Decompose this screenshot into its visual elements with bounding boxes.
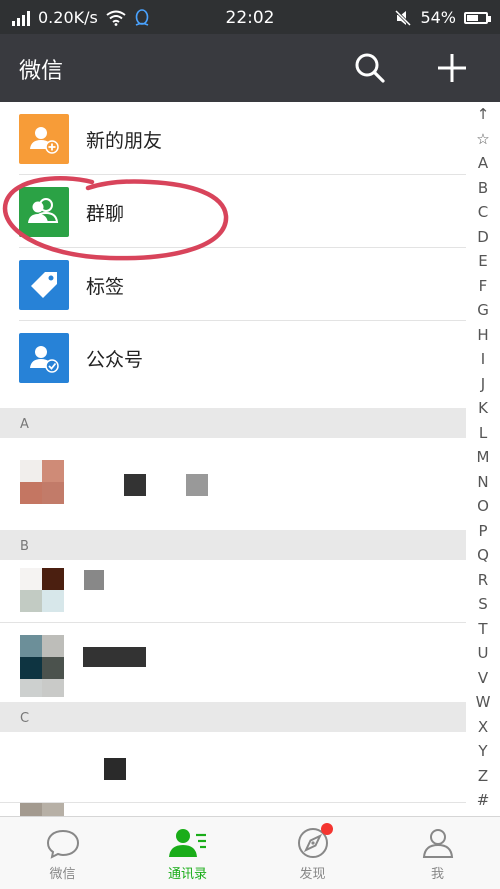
index-letter[interactable]: F	[479, 276, 488, 296]
new-friend-icon	[19, 114, 69, 164]
group-chat-icon	[19, 187, 69, 237]
contact-row[interactable]	[0, 732, 466, 802]
chat-bubble-icon	[46, 829, 79, 859]
app-header: 微信	[0, 34, 500, 102]
contacts-icon	[168, 829, 206, 857]
index-letter[interactable]: ↑	[477, 104, 490, 124]
index-letter[interactable]: A	[478, 153, 488, 173]
section-header-b: B	[0, 530, 466, 560]
discover-badge	[321, 823, 333, 835]
new-friends-item[interactable]: 新的朋友	[0, 102, 466, 175]
official-accounts-item[interactable]: 公众号	[0, 321, 466, 394]
blurred-name	[104, 758, 126, 780]
index-letter[interactable]: W	[476, 692, 491, 712]
tags-item[interactable]: 标签	[0, 248, 466, 321]
index-letter[interactable]: G	[477, 300, 489, 320]
blurred-name	[84, 570, 104, 590]
tab-me-label: 我	[430, 867, 444, 882]
index-letter[interactable]: U	[478, 643, 489, 663]
tab-me[interactable]: 我	[375, 817, 500, 889]
index-letter[interactable]: O	[477, 496, 489, 516]
battery-icon	[464, 11, 491, 24]
avatar	[20, 460, 64, 504]
index-letter[interactable]: S	[478, 594, 488, 614]
avatar	[20, 568, 64, 612]
blurred-name	[83, 647, 146, 667]
mute-icon	[395, 9, 412, 26]
index-letter[interactable]: H	[477, 325, 488, 345]
index-letter[interactable]: Z	[478, 766, 488, 786]
search-icon[interactable]	[352, 50, 388, 86]
official-accounts-label: 公众号	[86, 349, 144, 371]
index-letter[interactable]: E	[478, 251, 487, 271]
index-letter[interactable]: P	[478, 521, 487, 541]
official-account-icon	[19, 333, 69, 383]
tab-bar: 微信 通讯录 发现 我	[0, 816, 500, 889]
index-letter[interactable]: V	[478, 668, 488, 688]
contact-row[interactable]	[0, 438, 466, 526]
avatar	[20, 803, 64, 816]
plus-icon[interactable]	[432, 48, 472, 88]
index-letter[interactable]: Q	[477, 545, 489, 565]
person-icon	[422, 829, 453, 858]
index-letter[interactable]: I	[481, 349, 485, 369]
tag-icon	[19, 260, 69, 310]
battery-percent: 54%	[420, 8, 456, 27]
index-letter[interactable]: N	[477, 472, 488, 492]
index-letter[interactable]: R	[478, 570, 488, 590]
index-letter[interactable]: X	[478, 717, 488, 737]
index-letter[interactable]: Y	[478, 741, 487, 761]
tab-contacts[interactable]: 通讯录	[125, 817, 250, 889]
tab-chats-label: 微信	[49, 867, 76, 882]
avatar	[20, 635, 64, 697]
status-bar: 0.20K/s 22:02 54%	[0, 0, 500, 34]
tab-contacts-label: 通讯录	[167, 867, 207, 882]
section-header-a: A	[0, 408, 466, 438]
index-letter[interactable]: B	[478, 178, 488, 198]
contact-row[interactable]	[0, 802, 466, 816]
contact-row[interactable]	[0, 622, 466, 702]
index-letter[interactable]: T	[478, 619, 487, 639]
tab-chats[interactable]: 微信	[0, 817, 125, 889]
group-chat-item[interactable]: 群聊	[0, 175, 466, 248]
index-letter[interactable]: M	[477, 447, 490, 467]
blurred-name	[124, 474, 146, 496]
index-letter[interactable]: C	[478, 202, 488, 222]
index-letter[interactable]: ☆	[476, 129, 489, 149]
group-chat-label: 群聊	[86, 203, 125, 225]
page-title: 微信	[19, 59, 64, 84]
index-letter[interactable]: D	[477, 227, 489, 247]
index-letter[interactable]: J	[481, 374, 485, 394]
contact-list[interactable]: 新的朋友 群聊 标签 公众号 A B C	[0, 102, 466, 816]
blurred-name	[186, 474, 208, 496]
index-letter[interactable]: L	[479, 423, 487, 443]
tab-discover-label: 发现	[299, 867, 326, 882]
tags-label: 标签	[86, 276, 125, 298]
section-header-c: C	[0, 702, 466, 732]
alphabet-index[interactable]: ↑ ☆ A B C D E F G H I J K L M N O P Q R S T U V W X Y Z #	[466, 104, 500, 814]
index-letter[interactable]: #	[477, 790, 490, 810]
index-letter[interactable]: K	[478, 398, 488, 418]
contact-row[interactable]	[0, 560, 466, 622]
tab-discover[interactable]: 发现	[250, 817, 375, 889]
new-friends-label: 新的朋友	[86, 130, 163, 152]
